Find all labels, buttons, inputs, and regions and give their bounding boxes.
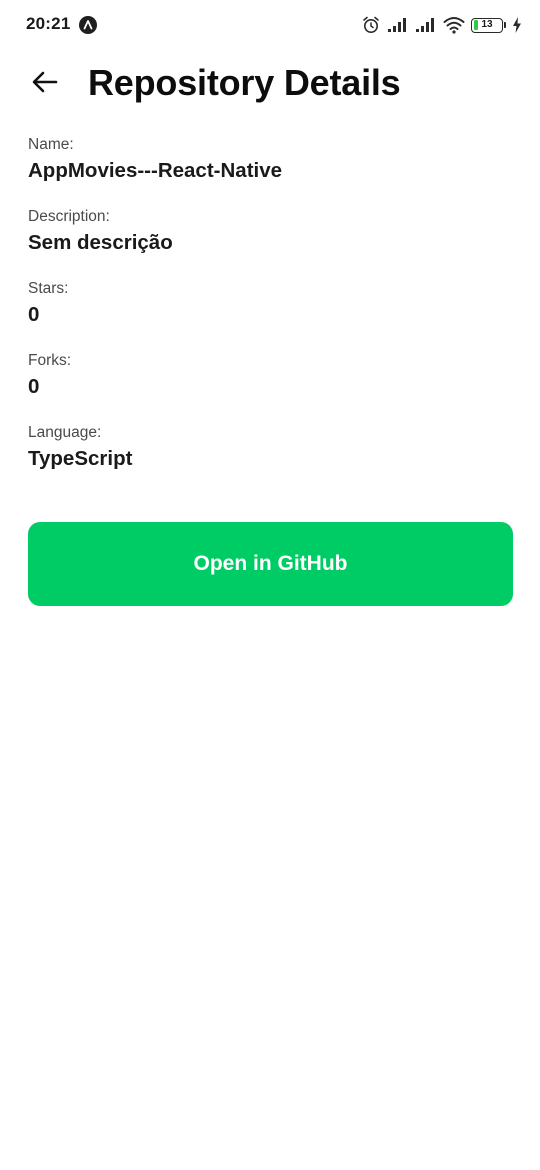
app-badge-icon xyxy=(79,16,97,34)
detail-label: Language: xyxy=(28,424,102,441)
detail-value: AppMovies---React-Native xyxy=(28,159,283,182)
back-button[interactable] xyxy=(22,62,68,102)
wifi-icon xyxy=(443,17,465,34)
battery-tip xyxy=(504,22,506,28)
detail-value: 0 xyxy=(28,303,40,326)
repository-details: Name: AppMovies---React-Native Descripti… xyxy=(28,134,512,494)
signal-icon xyxy=(416,18,434,32)
status-bar: 20:21 13 xyxy=(0,0,540,50)
detail-description: Description: Sem descrição xyxy=(28,206,512,278)
detail-value: TypeScript xyxy=(28,447,133,470)
status-time: 20:21 xyxy=(26,14,71,33)
status-icons: 13 xyxy=(361,14,522,36)
detail-label: Description: xyxy=(28,208,110,225)
open-in-github-button[interactable]: Open in GitHub xyxy=(28,522,513,606)
detail-label: Name: xyxy=(28,136,74,153)
detail-forks: Forks: 0 xyxy=(28,350,512,422)
detail-label: Forks: xyxy=(28,352,72,369)
detail-name: Name: AppMovies---React-Native xyxy=(28,134,512,206)
alarm-icon xyxy=(363,16,379,33)
battery-level: 13 xyxy=(481,19,493,30)
battery-icon: 13 xyxy=(471,17,503,33)
header: Repository Details xyxy=(0,50,540,120)
page-title: Repository Details xyxy=(88,62,401,103)
detail-value: 0 xyxy=(28,375,40,398)
charging-icon xyxy=(513,17,521,33)
battery-fill xyxy=(473,20,478,30)
signal-icon xyxy=(388,18,406,32)
detail-value: Sem descrição xyxy=(28,231,173,254)
detail-language: Language: TypeScript xyxy=(28,422,512,494)
detail-stars: Stars: 0 xyxy=(28,278,512,350)
arrow-left-icon xyxy=(32,71,58,93)
detail-label: Stars: xyxy=(28,280,69,297)
